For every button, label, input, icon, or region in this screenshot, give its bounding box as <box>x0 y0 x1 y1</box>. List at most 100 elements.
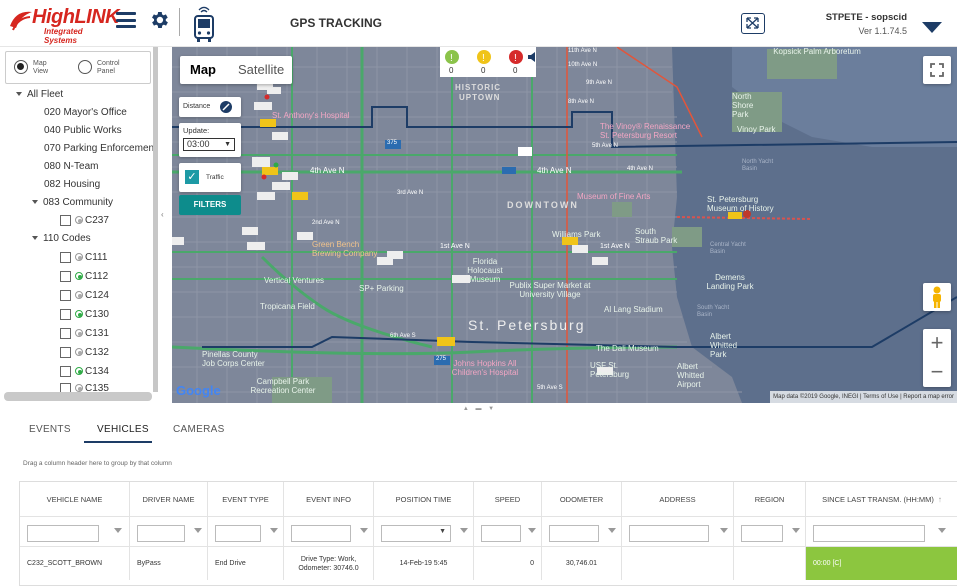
vehicle-checkbox[interactable] <box>60 251 71 263</box>
cell-since-last-transmission: 00:00 [C] <box>806 547 957 580</box>
group-by-hint[interactable]: Drag a column header here to group by th… <box>23 460 172 467</box>
tree-vertical-scrollbar[interactable] <box>153 47 158 392</box>
expand-view-button[interactable] <box>741 13 765 34</box>
filter-funnel-icon[interactable] <box>720 528 728 533</box>
cell-region <box>734 547 806 580</box>
filter-funnel-icon[interactable] <box>270 528 278 533</box>
tree-node-vehicle[interactable]: C134 <box>60 364 109 380</box>
column-header[interactable]: REGION <box>734 482 806 517</box>
collapse-down-icon[interactable]: ▼ <box>488 406 494 412</box>
tree-node-vehicle[interactable]: C130 <box>60 307 109 323</box>
sort-arrow-icon[interactable]: ↑ <box>938 495 942 504</box>
highlink-logo[interactable]: HighLINK Integrated Systems <box>8 6 120 45</box>
update-interval-select[interactable]: 03:00 ▼ <box>183 138 235 151</box>
vehicle-checkbox[interactable] <box>60 365 71 377</box>
collapse-up-icon[interactable]: ▲ <box>463 406 469 412</box>
filter-funnel-icon[interactable] <box>360 528 368 533</box>
map-label: North Shore Park <box>732 92 754 119</box>
filter-input[interactable] <box>549 525 599 542</box>
vehicle-checkbox[interactable] <box>60 214 71 226</box>
column-header[interactable]: SINCE LAST TRANSM. (HH:MM) ↑ <box>806 482 957 517</box>
map-view-radio[interactable] <box>14 60 28 74</box>
vehicle-checkbox[interactable] <box>60 270 71 282</box>
tree-node-group[interactable]: 070 Parking Enforcement <box>44 141 157 157</box>
tree-node-group[interactable]: 020 Mayor's Office <box>44 105 127 121</box>
filter-input[interactable] <box>813 525 925 542</box>
filter-input[interactable] <box>741 525 783 542</box>
gps-map[interactable]: HISTORIC UPTOWN DOWNTOWN St. Petersburg … <box>172 47 957 403</box>
column-header[interactable]: VEHICLE NAME <box>20 482 130 517</box>
tab-events[interactable]: EVENTS <box>29 424 71 435</box>
panel-collapse-icon[interactable]: ‹ <box>161 210 164 219</box>
tree-node-group[interactable]: 080 N-Team <box>44 159 98 175</box>
filter-funnel-icon[interactable] <box>608 528 616 533</box>
filter-input[interactable] <box>215 525 261 542</box>
map-type-satellite-button[interactable]: Satellite <box>238 62 284 77</box>
column-header[interactable]: POSITION TIME <box>374 482 474 517</box>
filter-input[interactable] <box>137 525 185 542</box>
tree-node-vehicle[interactable]: C111 <box>60 250 107 266</box>
filter-date-select[interactable]: ▼ <box>381 525 451 542</box>
filter-input[interactable] <box>629 525 709 542</box>
filter-funnel-icon[interactable] <box>938 528 946 533</box>
filter-cell <box>130 517 208 547</box>
tab-vehicles[interactable]: VEHICLES <box>97 424 149 435</box>
filters-button[interactable]: FILTERS <box>179 195 241 215</box>
fullscreen-button[interactable] <box>923 56 951 84</box>
filter-funnel-icon[interactable] <box>114 528 122 533</box>
filter-funnel-icon[interactable] <box>460 528 468 533</box>
column-header[interactable]: EVENT TYPE <box>208 482 284 517</box>
expand-caret-icon[interactable] <box>32 200 38 205</box>
panel-splitter[interactable]: ▲ ▬ ▼ <box>0 403 957 415</box>
tree-node-all-fleet[interactable]: All Fleet <box>16 87 63 103</box>
filter-funnel-icon[interactable] <box>792 528 800 533</box>
page-title: GPS TRACKING <box>290 16 383 30</box>
zoom-out-button[interactable]: − <box>923 358 951 387</box>
user-menu-caret-icon[interactable] <box>922 22 942 33</box>
column-header[interactable]: DRIVER NAME <box>130 482 208 517</box>
vehicle-checkbox[interactable] <box>60 308 71 320</box>
traffic-checkbox[interactable]: ✓ <box>185 170 199 184</box>
grid-header-row: VEHICLE NAME DRIVER NAME EVENT TYPE EVEN… <box>20 482 957 517</box>
column-header[interactable]: ODOMETER <box>542 482 622 517</box>
vehicle-checkbox[interactable] <box>60 289 71 301</box>
map-attribution[interactable]: Map data ©2019 Google, INEGI | Terms of … <box>770 391 957 403</box>
map-type-map-button[interactable]: Map <box>190 62 216 77</box>
vehicle-checkbox[interactable] <box>60 327 71 339</box>
tree-node-group[interactable]: 110 Codes <box>32 231 91 247</box>
drag-handle-icon[interactable]: ▬ <box>476 406 482 412</box>
tree-horizontal-scrollbar[interactable] <box>4 392 152 401</box>
column-header[interactable]: SPEED <box>474 482 542 517</box>
distance-control[interactable]: Distance <box>179 97 241 117</box>
filter-funnel-icon[interactable] <box>528 528 536 533</box>
expand-caret-icon[interactable] <box>16 92 22 97</box>
traffic-toggle[interactable]: ✓ Traffic <box>179 163 241 192</box>
tree-node-group[interactable]: 082 Housing <box>44 177 100 193</box>
ruler-icon <box>220 101 232 113</box>
tree-node-vehicle[interactable]: C237 <box>60 213 109 229</box>
filter-funnel-icon[interactable] <box>194 528 202 533</box>
vehicle-checkbox[interactable] <box>60 346 71 358</box>
tree-node-vehicle[interactable]: C124 <box>60 288 109 304</box>
column-header[interactable]: ADDRESS <box>622 482 734 517</box>
zoom-in-button[interactable]: + <box>923 329 951 358</box>
column-header[interactable]: EVENT INFO <box>284 482 374 517</box>
gps-bus-icon[interactable] <box>192 4 216 44</box>
table-row[interactable]: C232_SCOTT_BROWN ByPass End Drive Drive … <box>20 547 957 580</box>
tree-node-group[interactable]: 083 Community <box>32 195 113 211</box>
filter-input[interactable] <box>291 525 351 542</box>
control-panel-radio[interactable] <box>78 60 92 74</box>
tree-node-vehicle[interactable]: C112 <box>60 269 108 285</box>
tab-cameras[interactable]: CAMERAS <box>173 424 225 435</box>
expand-caret-icon[interactable] <box>32 236 38 241</box>
gear-icon[interactable] <box>148 9 170 31</box>
tree-node-group[interactable]: 040 Public Works <box>44 123 122 139</box>
filter-input[interactable] <box>27 525 99 542</box>
tree-node-vehicle[interactable]: C132 <box>60 345 109 361</box>
street-view-pegman[interactable] <box>923 283 951 311</box>
tree-node-vehicle[interactable]: C131 <box>60 326 109 342</box>
user-name[interactable]: STPETE - sopscid <box>826 12 907 23</box>
filter-input[interactable] <box>481 525 521 542</box>
highway-shield: 375 <box>387 140 398 146</box>
menu-icon[interactable] <box>116 12 136 28</box>
